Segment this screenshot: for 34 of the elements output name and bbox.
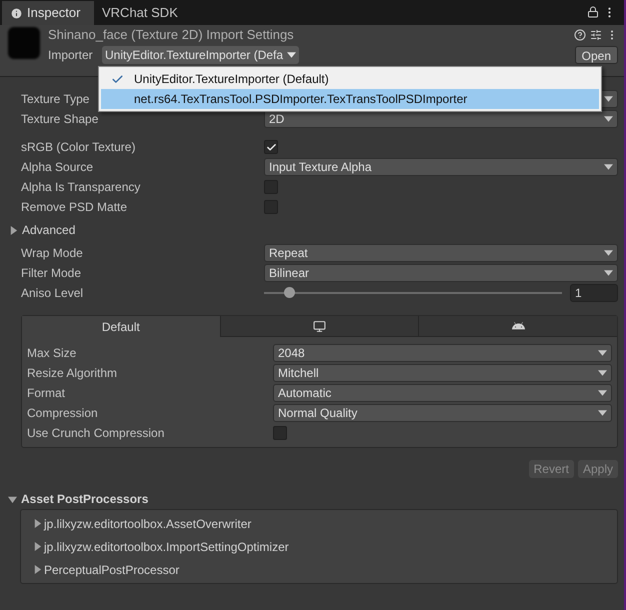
- postprocessor-item[interactable]: jp.lilxyzw.editortoolbox.AssetOverwriter: [44, 514, 252, 532]
- dropdown-field[interactable]: Mitchell: [273, 364, 612, 382]
- dropdown-field[interactable]: Automatic: [273, 384, 612, 402]
- open-button[interactable]: Open: [574, 46, 618, 64]
- field-label: Compression: [27, 405, 99, 422]
- field-label: Format: [27, 385, 66, 402]
- field-label: Resize Algorithm: [27, 365, 118, 382]
- menu-item[interactable]: UnityEditor.TextureImporter (Default): [101, 69, 599, 89]
- importer-dropdown[interactable]: UnityEditor.TextureImporter (Defa: [102, 46, 300, 64]
- inspector-title: Shinano_face (Texture 2D) Import Settings: [48, 26, 295, 44]
- field-label: sRGB (Color Texture): [21, 139, 136, 156]
- dropdown-field[interactable]: Normal Quality: [273, 404, 612, 422]
- postprocessor-item[interactable]: PerceptualPostProcessor: [44, 560, 180, 578]
- foldout-label[interactable]: Advanced: [22, 221, 76, 239]
- field-label: Alpha Is Transparency: [21, 179, 142, 196]
- number-field[interactable]: 1: [570, 284, 618, 302]
- dropdown-field[interactable]: Input Texture Alpha: [264, 158, 618, 176]
- menu-item[interactable]: net.rs64.TexTransTool.PSDImporter.TexTransToolPSDImporter: [101, 89, 599, 109]
- field-label: Wrap Mode: [21, 245, 84, 262]
- dropdown-field[interactable]: 2048: [273, 344, 612, 362]
- field-label: Max Size: [27, 345, 78, 362]
- field-label: Remove PSD Matte: [21, 199, 128, 216]
- field-label: Use Crunch Compression: [27, 425, 166, 442]
- field-label: Texture Shape: [21, 111, 100, 128]
- field-label: Filter Mode: [21, 265, 82, 282]
- postprocessor-item[interactable]: jp.lilxyzw.editortoolbox.ImportSettingOptimizer: [44, 538, 289, 556]
- field-label: Aniso Level: [21, 285, 84, 302]
- panel-tab[interactable]: VRChat SDK: [94, 1, 190, 25]
- importer-label: Importer: [48, 47, 94, 64]
- panel-tab[interactable]: Inspector: [2, 1, 94, 25]
- section-title[interactable]: Asset PostProcessors: [21, 490, 148, 508]
- dropdown-field[interactable]: Repeat: [264, 244, 618, 262]
- dropdown-field[interactable]: Bilinear: [264, 264, 618, 282]
- field-label: Alpha Source: [21, 159, 94, 176]
